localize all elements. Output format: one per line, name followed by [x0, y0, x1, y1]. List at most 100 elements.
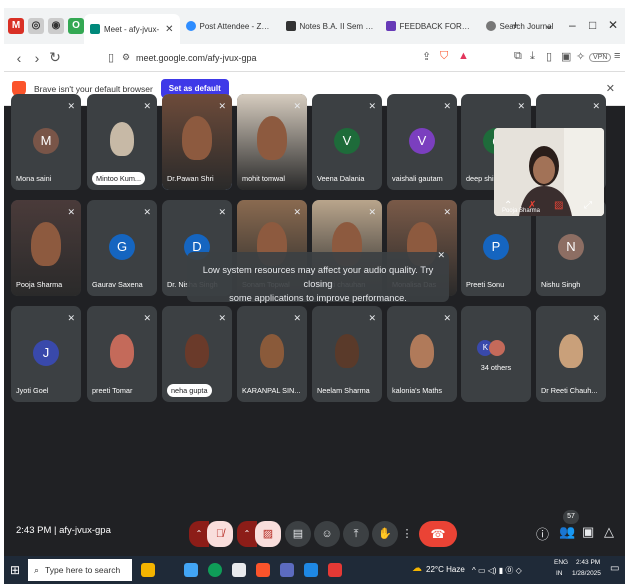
brave-rewards-icon[interactable]: ▲ — [458, 50, 469, 62]
minimize-icon[interactable]: – — [569, 18, 576, 32]
chat-icon[interactable]: ▣ — [582, 524, 594, 540]
self-view: ⌃ ✗ ▨ ⤢ Pooja Sharma — [494, 128, 604, 216]
mic-off-icon: ✕ — [368, 101, 376, 111]
reload-icon[interactable]: ↻ — [46, 49, 64, 66]
participant-tile[interactable]: ✕ mohit tomwal — [237, 94, 307, 190]
participant-name: 34 others — [480, 363, 512, 372]
tray-icons[interactable]: ^ ▭ ◁) ▮ ⓪ ◇ — [472, 565, 522, 576]
participant-tile[interactable]: ✕ Mintoo Kum... — [87, 94, 157, 190]
participant-tile[interactable]: G ✕ Gaurav Saxena — [87, 200, 157, 296]
captions-icon[interactable]: ▤ — [285, 521, 311, 547]
taskbar-time[interactable]: 2:43 PM — [576, 559, 600, 566]
profile-photo — [110, 334, 134, 368]
tab-feedback[interactable]: FEEDBACK FORM OF Da — [380, 13, 480, 39]
task-view-icon[interactable] — [184, 563, 198, 577]
edge-icon[interactable] — [208, 563, 222, 577]
taskbar-search[interactable]: ⌕ Type here to search — [28, 559, 132, 581]
weather-text[interactable]: 22°C Haze — [426, 565, 465, 574]
participant-tile[interactable]: J ✕ Jyoti Goel — [11, 306, 81, 402]
close-window-icon[interactable]: ✕ — [608, 18, 618, 32]
participant-tile[interactable]: ✕ Neelam Sharma — [312, 306, 382, 402]
participant-name: Gaurav Saxena — [92, 280, 143, 289]
brave-shields-icon[interactable]: ⛉ — [440, 50, 448, 63]
participant-tile[interactable]: M ✕ Mona saini — [11, 94, 81, 190]
close-tab-icon[interactable]: ✕ — [165, 24, 173, 35]
pinned-tab-icon[interactable]: O — [68, 18, 84, 34]
avatar: M — [33, 128, 59, 154]
mic-off-icon[interactable]: 🎙̸ — [207, 521, 233, 547]
widget-icon[interactable] — [141, 563, 155, 577]
audio-options-chevron-icon[interactable]: ⌃ — [189, 521, 209, 547]
participant-tile[interactable]: V ✕ vaishali gautam — [387, 94, 457, 190]
participant-tile[interactable]: V ✕ Veena Dalania — [312, 94, 382, 190]
low-resources-toast: Low system resources may affect your aud… — [187, 250, 449, 303]
vpn-button[interactable]: VPN — [589, 53, 612, 62]
participant-tile[interactable]: ✕ neha gupta — [162, 306, 232, 402]
meeting-info-icon[interactable]: ⓘ — [536, 524, 549, 543]
more-options-icon[interactable]: ⋮ — [400, 521, 414, 547]
taskbar-date[interactable]: 1/28/2025 — [572, 570, 601, 577]
end-call-button[interactable]: ☎ — [419, 521, 457, 547]
leo-icon[interactable]: ✧ — [576, 50, 585, 63]
site-settings-icon[interactable]: ⚙ — [122, 52, 130, 63]
gmail-icon[interactable]: M — [8, 18, 24, 34]
participant-tile[interactable]: ✕ preeti Tomar — [87, 306, 157, 402]
raise-hand-icon[interactable]: ✋ — [372, 521, 398, 547]
bookmark-icon[interactable]: ▯ — [102, 51, 120, 64]
pinned-tab-icon[interactable]: ◉ — [48, 18, 64, 34]
app-icon[interactable] — [280, 563, 294, 577]
expand-icon[interactable]: ⤢ — [584, 200, 592, 211]
profile-photo — [410, 334, 434, 368]
close-icon[interactable]: ✕ — [606, 82, 615, 95]
participant-tile[interactable]: ✕ Pooja Sharma — [11, 200, 81, 296]
present-screen-icon[interactable]: ⤒ — [343, 521, 369, 547]
windows-start-icon[interactable]: ⊞ — [10, 563, 20, 577]
participant-tile[interactable]: ✕ kalonia's Maths — [387, 306, 457, 402]
participant-tile[interactable]: K 34 others — [461, 306, 531, 402]
sidebar-icon[interactable]: ▯ — [546, 50, 552, 63]
video-options-chevron-icon[interactable]: ⌃ — [237, 521, 257, 547]
people-icon[interactable]: 👥 — [559, 524, 575, 540]
camera-off-icon[interactable]: ▨ — [255, 521, 281, 547]
share-icon[interactable]: ⇪ — [422, 50, 431, 63]
participant-face — [31, 222, 61, 266]
close-toast-icon[interactable]: ✕ — [437, 248, 445, 262]
app-icon[interactable] — [328, 563, 342, 577]
new-tab-button[interactable]: + — [512, 18, 519, 32]
pinned-tab-icon[interactable]: ◎ — [28, 18, 44, 34]
language-indicator[interactable]: ENG — [554, 559, 568, 566]
mic-off-icon: ✕ — [293, 101, 301, 111]
mic-off-icon: ✕ — [443, 313, 451, 323]
mic-off-icon: ✕ — [517, 101, 525, 111]
camera-off-icon[interactable]: ▨ — [554, 200, 563, 211]
maximize-icon[interactable]: □ — [589, 18, 596, 32]
tab-notes[interactable]: Notes B.A. II Sem Englis — [280, 13, 380, 39]
extensions-icon[interactable]: ⧉ — [514, 50, 522, 63]
mic-off-icon: ✕ — [443, 207, 451, 217]
wallet-icon[interactable]: ▣ — [561, 50, 571, 63]
participant-tile[interactable]: ✕ Dr Reeti Chauh... — [536, 306, 606, 402]
activities-shapes-icon[interactable]: △ — [604, 524, 614, 540]
emoji-icon[interactable]: ☺ — [314, 521, 340, 547]
notification-icon[interactable]: ▭ — [610, 563, 619, 574]
avatar: V — [409, 128, 435, 154]
download-icon[interactable]: ⤓ — [530, 50, 535, 63]
tab-zoom[interactable]: Post Attendee - Zoom — [180, 13, 280, 39]
tab-meet[interactable]: Meet - afy-jvux- ✕ — [84, 14, 180, 44]
brave-icon[interactable] — [256, 563, 270, 577]
forward-icon[interactable]: › — [28, 50, 46, 66]
notes-icon — [285, 21, 296, 31]
back-icon[interactable]: ‹ — [10, 50, 28, 66]
participant-tile[interactable]: ✕ Dr.Pawan Shri — [162, 94, 232, 190]
people-count-badge: 57 — [563, 510, 579, 524]
menu-icon[interactable]: ≡ — [614, 50, 620, 62]
chevron-down-icon[interactable]: ⌄ — [544, 18, 554, 32]
mic-off-icon: ✕ — [592, 101, 600, 111]
participant-name: Mona saini — [16, 174, 52, 183]
chrome-icon[interactable] — [232, 563, 246, 577]
participant-tile[interactable]: ✕ KARANPAL SIN... — [237, 306, 307, 402]
language-region: IN — [556, 570, 563, 577]
app-icon[interactable] — [304, 563, 318, 577]
url-field[interactable]: meet.google.com/afy-jvux-gpa — [136, 53, 257, 63]
participant-name: kalonia's Maths — [392, 386, 443, 395]
